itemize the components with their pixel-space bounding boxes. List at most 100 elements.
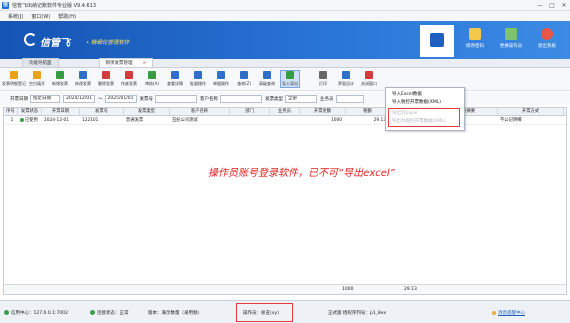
message-center[interactable]: 消息提醒中心 — [492, 310, 525, 316]
toolbar-label: 查询(Z) — [237, 81, 251, 86]
date-to-input[interactable]: 2025/01/01 — [104, 94, 137, 103]
toolbar-label: 单据操作 — [213, 81, 229, 86]
menu-window[interactable]: 窗口(W) — [31, 13, 50, 20]
invoice-no-label: 发票号 — [139, 96, 154, 102]
tab-sales-invoice-label: 销项发票管理 — [105, 61, 133, 66]
toolbar-label: 高级查询 — [259, 81, 275, 86]
minimize-button[interactable]: — — [534, 0, 546, 11]
toolbar-icon — [102, 71, 110, 79]
table-cell: 122101 — [82, 117, 124, 125]
staff-input[interactable] — [335, 94, 364, 103]
customer-label: 客户名称 — [200, 96, 218, 102]
toolbar-icon — [56, 71, 64, 79]
date-from-input[interactable]: 2024/12/01 — [63, 94, 95, 103]
invoice-no-input[interactable] — [155, 94, 197, 103]
brand-slogan: • 精细化管理软件 — [86, 40, 130, 46]
table-cell-text: 1 — [10, 118, 14, 123]
toolbar-button-13[interactable]: 打印 — [313, 71, 333, 87]
invoice-type-label: 发票类型 — [265, 96, 283, 102]
toolbar-icon — [194, 71, 202, 79]
toolbar-icon — [148, 71, 156, 79]
switch-operator-button[interactable]: 更换操作员 — [494, 25, 528, 57]
toolbar-button-14[interactable]: 界面设计 — [336, 71, 356, 87]
toolbar-icon — [286, 71, 294, 79]
toolbar-label: 查看详情 — [167, 81, 183, 86]
toolbar-button-7[interactable]: 查看详情 — [165, 71, 185, 87]
customer-input[interactable] — [220, 94, 262, 103]
toolbar-label: 界面设计 — [338, 81, 354, 86]
brand-logo-icon — [24, 33, 37, 46]
menu-item-import-xml[interactable]: 导入税控开票数据(XML) — [392, 99, 441, 105]
connection-text: 信用中心：127.0.0.1:7002 — [11, 311, 68, 316]
footer-tax: 29.13 — [404, 287, 417, 292]
toolbar-label: 打印 — [319, 81, 327, 86]
toolbar-label: 关闭窗口 — [361, 81, 377, 86]
menu-item-import-excel[interactable]: 导入Excel数据 — [392, 91, 422, 97]
toolbar-button-2[interactable]: 新增发票 — [50, 71, 70, 87]
message-center-link[interactable]: 消息提醒中心 — [498, 311, 525, 316]
window-title: 信管飞出纳记账软件专业版 V9.4.613 — [12, 2, 97, 9]
toolbar-button-0[interactable]: 发票明细登记 — [2, 71, 26, 87]
toolbar-button-10[interactable]: 查询(Z) — [234, 71, 254, 87]
table-footer: 1000 29.13 — [4, 284, 566, 294]
toolbar-button-5[interactable]: 作废发票 — [119, 71, 139, 87]
column-header[interactable]: 开票金额 — [300, 108, 346, 116]
toolbar-label: 删除发票 — [98, 81, 114, 86]
column-header[interactable]: 部门 — [230, 108, 270, 116]
column-header[interactable]: 发票类型 — [124, 108, 170, 116]
toolbar-icon — [79, 71, 87, 79]
staff-label: 业务员 — [320, 96, 334, 102]
exit-system-button[interactable]: 退出系统 — [530, 25, 564, 57]
brand-name: 信管飞 — [40, 38, 70, 49]
table-header: 序号发票状态开票日期发票号发票类型客户名称部门业务员开票金额税额价税合计业务摘要… — [4, 108, 566, 116]
toolbar-button-11[interactable]: 高级查询 — [257, 71, 277, 87]
annotation-text: 操作员账号登录软件，已不可“导出excel” — [208, 168, 395, 179]
toolbar-button-3[interactable]: 修改发票 — [73, 71, 93, 87]
column-header[interactable]: 序号 — [4, 108, 18, 116]
toolbar-label: 作废发票 — [121, 81, 137, 86]
menu-bar: 系统(J) 窗口(W) 帮助(H) — [0, 11, 570, 21]
table-cell: 不公记明细 — [500, 117, 564, 125]
table-cell-text: 2024-12-01 — [44, 118, 69, 123]
license-text: 正式版 授权序列号：p1_8ex — [328, 311, 387, 316]
toolbar-button-1[interactable]: 空白填开 — [27, 71, 47, 87]
table-cell-text: 1000 — [331, 118, 342, 123]
toolbar: 发票明细登记 空白填开 新增发票 修改发票 删除发票 作废发票 审核(A) 查看详情 批量操作 单… — [0, 68, 570, 91]
change-password-label: 修改密码 — [466, 44, 484, 49]
column-header[interactable]: 发票号 — [80, 108, 124, 116]
column-header[interactable]: 发票状态 — [18, 108, 42, 116]
menu-system[interactable]: 系统(J) — [8, 13, 23, 20]
column-header[interactable]: 客户名称 — [170, 108, 230, 116]
column-header[interactable]: 开票方式 — [498, 108, 564, 116]
table-cell: 已使用 — [20, 117, 42, 125]
toolbar-icon — [171, 71, 179, 79]
column-header[interactable]: 税额 — [346, 108, 390, 116]
toolbar-button-12[interactable]: 导入导出 — [280, 70, 300, 88]
column-header[interactable]: 开票日期 — [42, 108, 80, 116]
filter-bar: 开票日期 指定日期 2024/12/01 ～ 2025/01/01 发票号 客户… — [0, 92, 570, 105]
change-password-button[interactable]: 修改密码 — [458, 25, 492, 57]
close-tab-icon[interactable]: × — [143, 61, 147, 66]
document-tool-button[interactable] — [420, 25, 454, 57]
menu-help[interactable]: 帮助(H) — [58, 13, 76, 20]
toolbar-icon — [10, 71, 18, 79]
date-range-separator: ～ — [98, 96, 103, 102]
toolbar-button-9[interactable]: 单据操作 — [211, 71, 231, 87]
table-cell-text: 122101 — [82, 118, 99, 123]
date-mode-select[interactable]: 指定日期 — [30, 94, 60, 103]
toolbar-button-15[interactable]: 关闭窗口 — [359, 71, 379, 87]
status-dot-icon — [20, 117, 24, 122]
column-header[interactable]: 业务员 — [270, 108, 300, 116]
toolbar-button-6[interactable]: 审核(A) — [142, 71, 162, 87]
tab-sales-invoice[interactable]: 销项发票管理 × — [98, 58, 154, 67]
connect-state: 连接状态：正常 — [90, 310, 129, 316]
toolbar-button-8[interactable]: 批量操作 — [188, 71, 208, 87]
table-cell: 1000 — [302, 117, 346, 125]
invoice-type-select[interactable]: 全部 — [285, 94, 317, 103]
tab-navigation-label: 功能导航面 — [29, 61, 52, 66]
maximize-button[interactable]: □ — [546, 0, 558, 11]
close-button[interactable]: ✕ — [558, 0, 570, 11]
tab-navigation[interactable]: 功能导航面 — [22, 58, 59, 67]
table-row[interactable]: 1 已使用 2024-12-01 122101 普通发票 丑纪公司测试 1000 29.13 不… — [4, 117, 566, 125]
toolbar-button-4[interactable]: 删除发票 — [96, 71, 116, 87]
